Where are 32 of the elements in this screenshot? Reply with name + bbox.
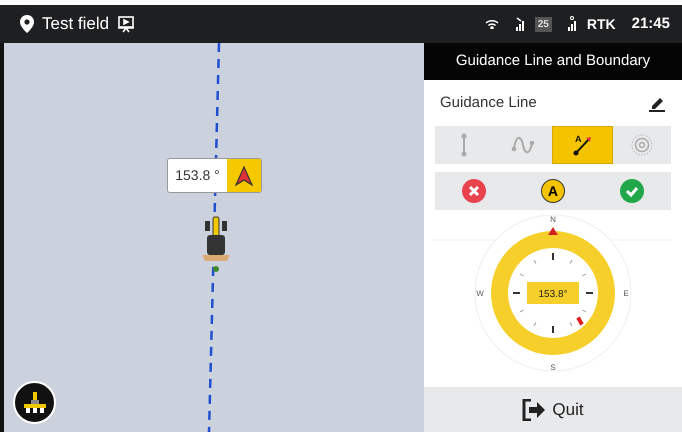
wifi-icon xyxy=(484,19,499,29)
straight-line-icon xyxy=(461,133,468,157)
field-map[interactable]: 153.8 ° xyxy=(4,43,424,432)
compass-west: W xyxy=(476,289,484,298)
heading-needle xyxy=(576,316,584,326)
field-name: Test field xyxy=(42,13,110,36)
exit-icon xyxy=(522,398,546,420)
presentation-icon[interactable] xyxy=(117,15,136,33)
location-pin-icon xyxy=(20,15,34,33)
clock-time: 21:45 xyxy=(632,14,670,34)
compass-heading: 153.8° xyxy=(538,289,568,300)
section-title: Guidance Line xyxy=(440,92,537,113)
point-a-button[interactable]: A xyxy=(540,179,565,203)
north-marker-icon xyxy=(548,227,558,235)
pivot-icon xyxy=(630,133,654,157)
cancel-button[interactable] xyxy=(462,178,486,204)
correction-mode: RTK xyxy=(586,14,616,34)
navigation-arrow-icon xyxy=(235,166,253,186)
signal-icon xyxy=(568,16,579,32)
compass-east: E xyxy=(623,289,629,298)
satellite-signal-icon xyxy=(514,16,527,32)
quit-button[interactable]: Quit xyxy=(424,387,682,432)
confirm-button[interactable] xyxy=(620,178,644,204)
implement-icon xyxy=(22,390,48,414)
implement-button[interactable] xyxy=(13,381,56,424)
compass-south: S xyxy=(550,363,556,372)
satellite-count: 25 xyxy=(534,16,552,32)
heading-display xyxy=(527,282,579,304)
heading-value: 153.8 ° xyxy=(174,166,221,185)
panel-title: Guidance Line and Boundary xyxy=(424,43,682,80)
line-type-tab[interactable]: A xyxy=(552,126,612,164)
compass-north: N xyxy=(550,215,556,224)
